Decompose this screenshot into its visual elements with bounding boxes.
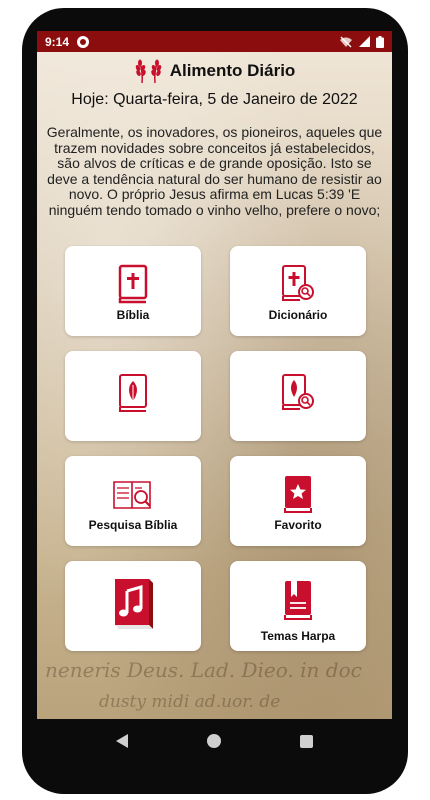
menu-tile-harpa[interactable] — [65, 351, 201, 441]
menu-tile-harpa-busca[interactable] — [230, 351, 366, 441]
bible-search-icon — [282, 265, 314, 301]
menu-tile-favorito[interactable]: Favorito — [230, 456, 366, 546]
hymnal-leaf-icon — [119, 374, 147, 412]
back-icon[interactable] — [116, 734, 128, 748]
app-screen: neneris Deus. Lad. Dieo. in doc dusty mi… — [37, 31, 392, 719]
hymnal-search-icon — [282, 374, 314, 410]
book-magnifier-icon — [113, 481, 151, 509]
menu-label: Temas Harpa — [260, 629, 336, 643]
menu-tile-dicionario[interactable]: Dicionário — [230, 246, 366, 336]
menu-label: Favorito — [274, 518, 322, 532]
bookmark-book-icon — [284, 581, 312, 620]
bible-cross-icon — [118, 264, 148, 304]
menu-tile-pesquisa[interactable]: Pesquisa Bíblia — [65, 456, 201, 546]
menu-label: Dicionário — [268, 308, 328, 322]
menu-tile-temas[interactable]: Temas Harpa — [230, 561, 366, 651]
music-book-icon — [115, 579, 153, 629]
menu-grid: Bíblia Dicionário Pesquisa Bíblia Favori… — [37, 31, 392, 719]
system-nav-bar — [37, 719, 392, 763]
menu-label: Pesquisa Bíblia — [88, 518, 178, 532]
recents-icon[interactable] — [300, 734, 313, 748]
home-icon[interactable] — [207, 734, 221, 748]
menu-label: Bíblia — [116, 308, 150, 322]
menu-tile-biblia[interactable]: Bíblia — [65, 246, 201, 336]
star-book-icon — [284, 476, 312, 513]
menu-tile-musica[interactable] — [65, 561, 201, 651]
